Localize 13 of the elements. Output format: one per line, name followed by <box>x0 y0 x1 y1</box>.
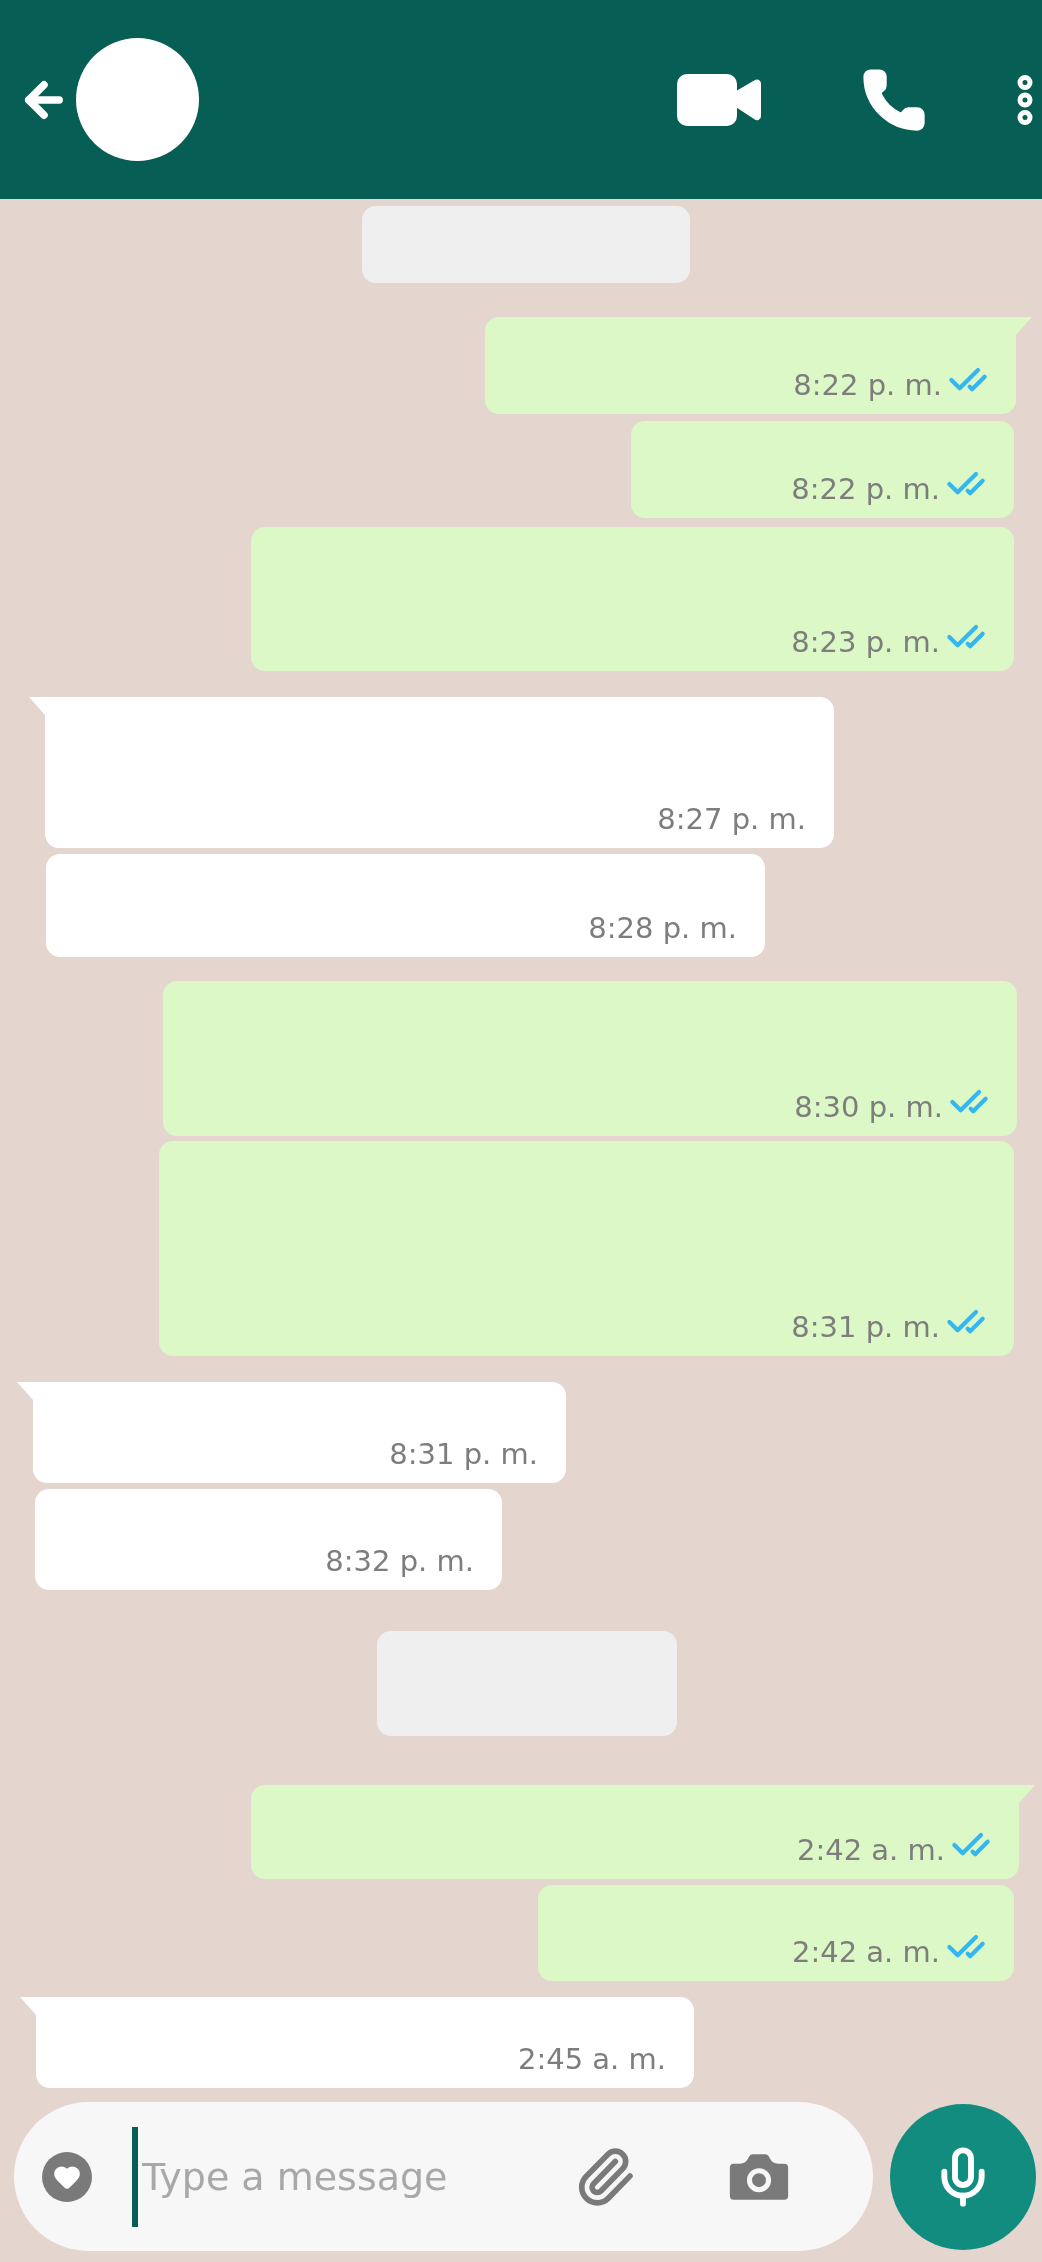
message-time: 8:32 p. m. <box>325 1547 474 1576</box>
message-time: 2:42 a. m. <box>791 1938 940 1967</box>
message-time: 8:27 p. m. <box>657 805 806 834</box>
message-time: 8:31 p. m. <box>791 1313 940 1342</box>
message-time: 8:22 p. m. <box>793 371 942 400</box>
message-time: 8:22 p. m. <box>791 475 940 504</box>
message-input[interactable]: Type a message <box>140 2153 564 2200</box>
message-time: 8:28 p. m. <box>588 914 737 943</box>
message-time: 2:42 a. m. <box>796 1836 945 1865</box>
message-time: 8:31 p. m. <box>389 1440 538 1469</box>
message-time: 8:30 p. m. <box>794 1093 943 1122</box>
message-time: 8:23 p. m. <box>791 628 940 657</box>
message-time: 2:45 a. m. <box>517 2045 666 2074</box>
